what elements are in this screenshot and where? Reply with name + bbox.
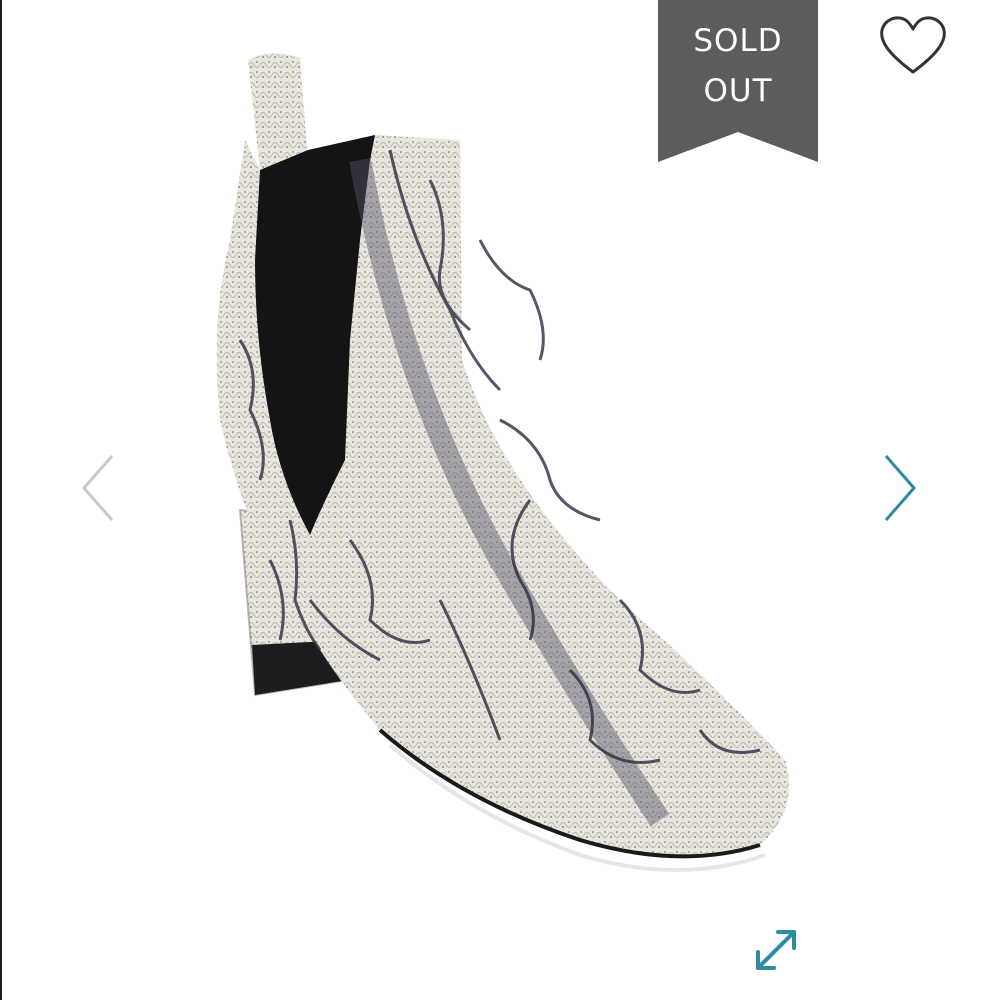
expand-arrows-icon <box>756 930 796 970</box>
previous-image-button[interactable] <box>78 452 118 524</box>
sold-out-line-2: OUT <box>703 73 773 109</box>
favorite-button[interactable] <box>876 12 950 80</box>
product-image <box>200 40 820 920</box>
next-image-button[interactable] <box>880 452 920 524</box>
page-left-border <box>0 0 2 1000</box>
heart-outline-icon <box>880 16 946 74</box>
sold-out-badge: SOLD OUT <box>658 0 818 162</box>
sold-out-line-1: SOLD <box>693 23 783 59</box>
chevron-right-icon <box>884 455 916 521</box>
chevron-left-icon <box>82 455 114 521</box>
expand-image-button[interactable] <box>748 922 804 978</box>
